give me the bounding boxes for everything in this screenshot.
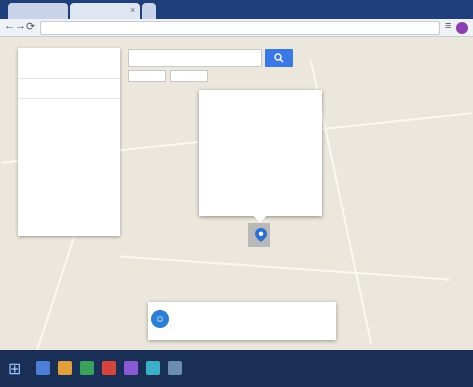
- filter-chip[interactable]: [128, 70, 166, 82]
- directions-card[interactable]: ☺: [148, 302, 336, 340]
- divider: [18, 78, 120, 79]
- card-details: [205, 124, 317, 210]
- browser-toolbar: ← → ⟳ ≡: [0, 19, 473, 37]
- browser-tab-bar: ×: [0, 0, 473, 19]
- place-list-panel: [18, 48, 120, 236]
- card-pointer: [253, 215, 267, 223]
- taskbar-app-icon[interactable]: [58, 361, 72, 375]
- forward-icon[interactable]: →: [15, 20, 26, 32]
- map-canvas[interactable]: ☺: [0, 37, 473, 350]
- map-search-input[interactable]: [128, 49, 262, 67]
- tab-close-icon[interactable]: ×: [130, 5, 135, 15]
- taskbar-app-icon[interactable]: [124, 361, 138, 375]
- map-road: [120, 255, 450, 281]
- reload-icon[interactable]: ⟳: [26, 20, 35, 33]
- search-icon: [265, 49, 293, 67]
- new-tab-button[interactable]: [142, 3, 156, 19]
- avatar-icon: ☺: [151, 310, 169, 328]
- address-bar-input[interactable]: [40, 21, 440, 35]
- back-icon[interactable]: ←: [4, 20, 15, 32]
- tab-active[interactable]: ×: [70, 3, 140, 19]
- filter-chip[interactable]: [170, 70, 208, 82]
- search-button[interactable]: [265, 49, 293, 67]
- taskbar-app-icon[interactable]: [102, 361, 116, 375]
- os-taskbar: ⊞: [0, 350, 473, 387]
- taskbar-app-icon[interactable]: [146, 361, 160, 375]
- taskbar-app-icon[interactable]: [36, 361, 50, 375]
- taskbar-app-icon[interactable]: [80, 361, 94, 375]
- place-info-card[interactable]: [199, 90, 322, 216]
- start-icon[interactable]: ⊞: [8, 359, 21, 379]
- taskbar-app-icon[interactable]: [168, 361, 182, 375]
- profile-avatar-icon[interactable]: [456, 22, 468, 34]
- menu-icon[interactable]: ≡: [445, 20, 451, 32]
- divider: [18, 98, 120, 99]
- tab-inactive[interactable]: [8, 3, 68, 19]
- location-pin-icon[interactable]: [255, 228, 267, 242]
